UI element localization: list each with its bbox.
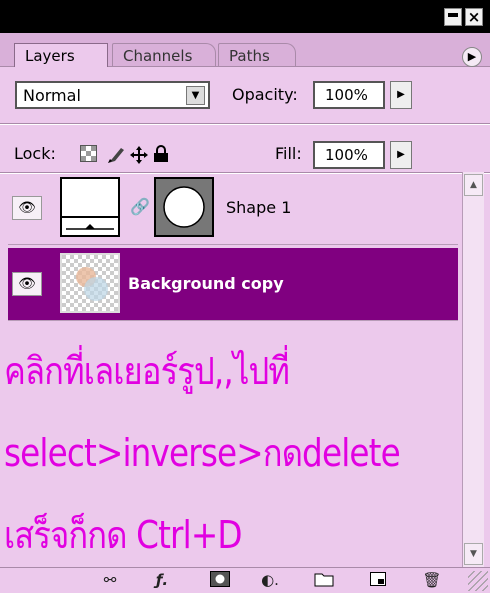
divider [0,123,490,125]
tab-channels-label: Channels [123,47,193,65]
tab-layers[interactable]: Layers [14,43,108,67]
scroll-up-icon[interactable]: ▲ [464,174,483,196]
tab-paths-label: Paths [229,47,270,65]
fill-label: Fill: [275,144,302,163]
new-group-icon[interactable] [312,571,336,589]
layer-row-background-copy[interactable]: 👁 Background copy [8,248,458,321]
visibility-eye-icon[interactable]: 👁 [12,196,42,220]
layer-row-shape-1[interactable]: 👁 🔗 Shape 1 [8,172,458,245]
layer-style-icon[interactable]: ƒ. [148,571,176,589]
layers-scrollbar[interactable]: ▲ ▼ [462,172,484,567]
panel-titlebar: × [0,0,490,33]
opacity-slider-arrow-icon[interactable]: ▶ [390,81,412,109]
layer-thumbnail [60,253,120,313]
delete-layer-icon[interactable]: 🗑 [420,571,444,589]
visibility-eye-icon[interactable]: 👁 [12,272,42,296]
scroll-down-icon[interactable]: ▼ [464,543,483,565]
annotation-line-3: เสร็จก็กด Ctrl+D [4,513,243,557]
layer-name[interactable]: Shape 1 [226,198,291,217]
adjustment-layer-icon[interactable]: ◐. [256,571,284,589]
lock-transparent-icon[interactable] [80,145,97,167]
annotation-line-1: คลิกที่เลเยอร์รูป,,ไปที่ [4,349,290,393]
chain-link-icon[interactable]: 🔗 [130,197,150,216]
opacity-input[interactable]: 100% [313,81,385,109]
lock-position-icon[interactable] [129,145,149,170]
minimize-icon[interactable] [444,8,462,26]
layer-thumbnail [60,177,120,237]
panel-menu-arrow-icon[interactable]: ▶ [462,47,482,67]
vector-mask-thumbnail[interactable] [154,177,214,237]
blend-mode-select[interactable]: Normal ▼ [15,81,210,109]
fill-slider-arrow-icon[interactable]: ▶ [390,141,412,169]
lock-image-icon[interactable] [106,145,126,170]
tab-paths[interactable]: Paths [218,43,296,67]
lock-label: Lock: [14,144,56,163]
tab-channels[interactable]: Channels [112,43,216,67]
lock-all-icon[interactable] [153,145,169,168]
blend-mode-value: Normal [23,86,81,105]
tab-layers-label: Layers [25,47,75,65]
layer-mask-icon[interactable] [208,571,232,589]
fill-input[interactable]: 100% [313,141,385,169]
new-layer-icon[interactable] [366,571,390,589]
chevron-down-icon[interactable]: ▼ [186,86,205,105]
panel-tabbar: Layers Channels Paths ▶ [0,33,490,67]
link-layers-icon[interactable]: ⚯ [96,571,124,589]
resize-grip-icon[interactable] [468,571,488,591]
layer-name[interactable]: Background copy [128,274,284,293]
close-icon[interactable]: × [465,8,483,26]
annotation-line-2: select>inverse>กดdelete [4,431,401,475]
layers-bottom-toolbar: ⚯ ƒ. ◐. 🗑 [0,567,490,593]
opacity-label: Opacity: [232,85,298,104]
